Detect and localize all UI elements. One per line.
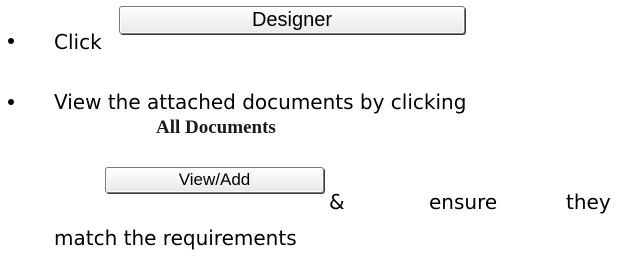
step-2-line-3: match the requirements xyxy=(54,226,297,250)
view-add-button[interactable]: View/Add xyxy=(105,167,324,193)
all-documents-heading: All Documents xyxy=(156,117,276,138)
bullet-step-2 xyxy=(8,99,14,105)
click-label: Click xyxy=(54,30,102,54)
bullet-step-1 xyxy=(8,38,14,44)
designer-button[interactable]: Designer xyxy=(119,6,465,34)
word-ensure: ensure xyxy=(429,190,498,214)
step-2-line-1: View the attached documents by clicking xyxy=(54,90,467,114)
ampersand: & xyxy=(329,190,345,214)
word-they: they xyxy=(566,190,611,214)
